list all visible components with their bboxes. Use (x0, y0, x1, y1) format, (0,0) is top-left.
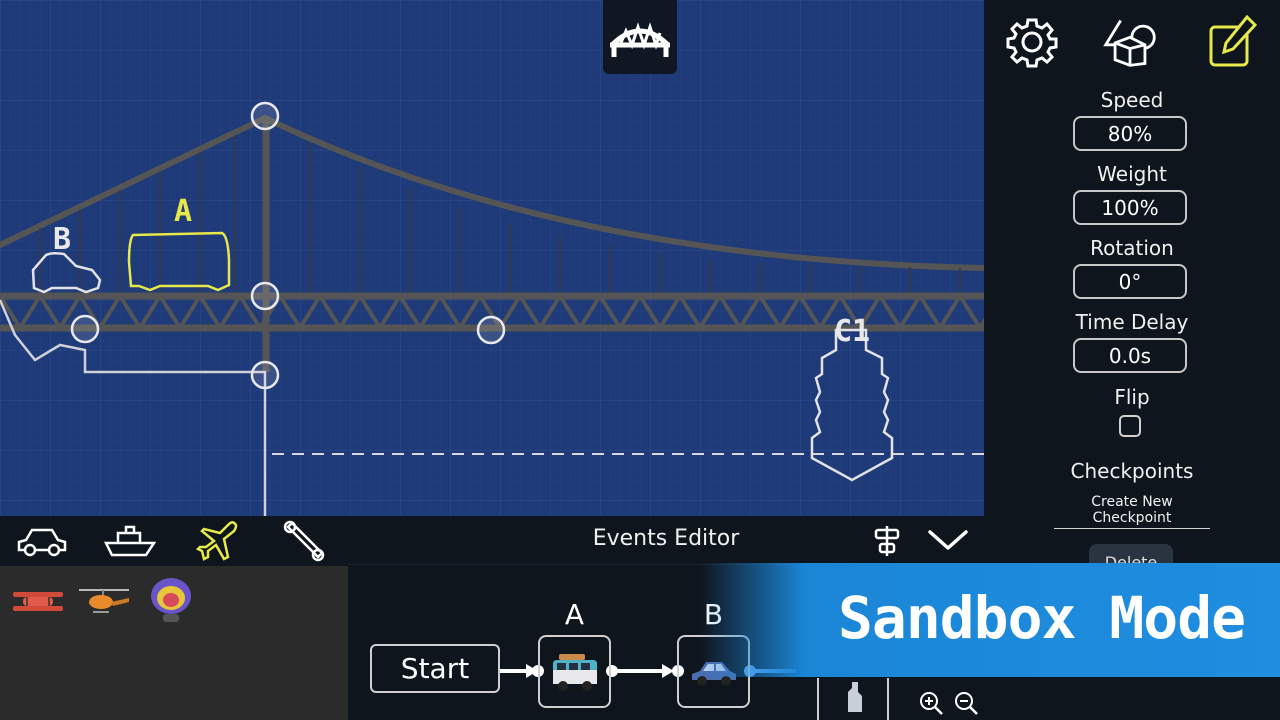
start-event-button[interactable]: Start (370, 644, 500, 693)
events-header: Events Editor (348, 516, 984, 565)
van-icon (552, 653, 597, 691)
time-delay-label: Time Delay (1075, 310, 1189, 334)
biplane-item[interactable] (8, 572, 68, 632)
plane-icon (196, 521, 238, 561)
zoom-in-icon[interactable] (918, 690, 944, 716)
chevron-down-icon[interactable] (926, 526, 970, 554)
time-delay-field[interactable]: 0.0s (1073, 338, 1187, 373)
settings-button[interactable] (1004, 14, 1060, 70)
blimp-icon (151, 578, 191, 622)
blimp-item[interactable] (140, 572, 200, 632)
event-a-label: A (564, 598, 585, 631)
edit-icon (1209, 15, 1257, 67)
edit-button[interactable] (1204, 14, 1260, 70)
flip-label: Flip (1114, 385, 1150, 409)
boat-icon (104, 525, 156, 557)
tab-tools[interactable] (276, 520, 332, 562)
flip-checkbox[interactable] (1119, 415, 1141, 437)
weight-label: Weight (1097, 162, 1167, 186)
vehicle-tabs (0, 516, 348, 566)
shapes-button[interactable] (1102, 14, 1158, 70)
bridge-mode-button[interactable] (603, 0, 677, 74)
rotation-field[interactable]: 0° (1073, 264, 1187, 299)
tab-cars[interactable] (14, 520, 70, 562)
ship-icon (848, 682, 862, 712)
bridge-icon (610, 22, 670, 57)
shapes-icon (1103, 19, 1156, 67)
gear-icon (1006, 18, 1058, 68)
rotation-label: Rotation (1090, 236, 1174, 260)
tool-icon (283, 520, 325, 562)
sandbox-mode-title: Sandbox Mode (838, 584, 1246, 652)
zoom-out-icon[interactable] (953, 690, 979, 716)
speed-field[interactable]: 80% (1073, 116, 1187, 151)
tab-planes[interactable] (190, 520, 246, 562)
vehicle-label-a: A (174, 194, 193, 229)
tab-boats[interactable] (102, 520, 158, 562)
align-icon[interactable] (870, 524, 904, 558)
vehicle-label-c1: C1 (834, 314, 871, 349)
car-icon (17, 528, 67, 557)
speed-label: Speed (1100, 88, 1164, 112)
create-checkpoint-link[interactable]: Create New Checkpoint (1054, 494, 1210, 529)
helicopter-icon (79, 589, 129, 613)
vehicle-label-b: B (53, 222, 72, 257)
weight-field[interactable]: 100% (1073, 190, 1187, 225)
ship-event-card[interactable] (817, 678, 889, 720)
helicopter-item[interactable] (74, 572, 134, 632)
vehicle-picker (0, 516, 348, 720)
event-card-a[interactable] (538, 635, 611, 708)
checkpoints-label: Checkpoints (1070, 459, 1194, 483)
biplane-icon (13, 592, 63, 611)
